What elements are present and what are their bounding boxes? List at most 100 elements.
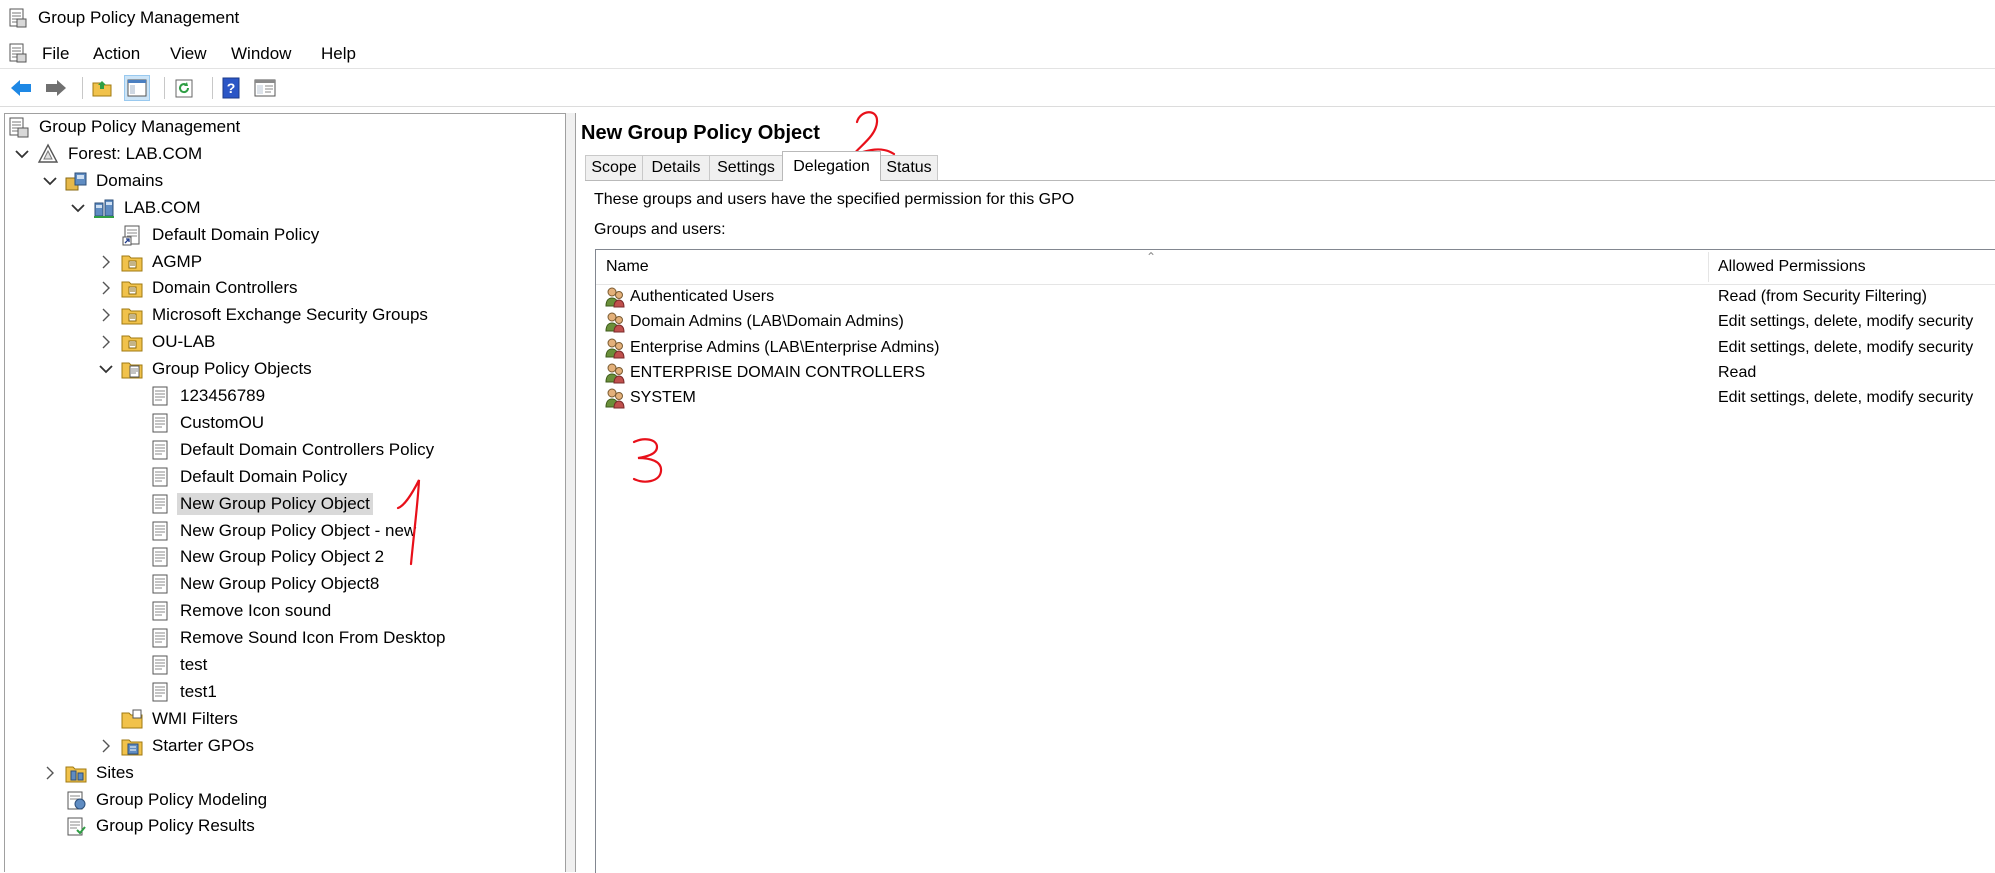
tree-node[interactable]: Group Policy Modeling xyxy=(39,787,270,813)
gpo-icon xyxy=(148,384,172,408)
tab-status[interactable]: Status xyxy=(880,155,938,180)
menu-file[interactable]: File xyxy=(38,42,73,66)
list-item[interactable]: Domain Admins (LAB\Domain Admins) Edit se… xyxy=(596,310,1995,335)
tree-expander-spacer xyxy=(123,520,145,542)
tree-node[interactable]: test xyxy=(123,652,210,678)
tree-node[interactable]: Starter GPOs xyxy=(95,733,257,759)
console-tree[interactable]: Group Policy Management Forest: LAB.COM Do… xyxy=(4,113,566,872)
ou-folder-icon xyxy=(120,250,144,274)
system-menu-icon[interactable] xyxy=(8,43,28,68)
show-hide-tree-icon[interactable] xyxy=(124,75,150,101)
tree-node-label: Default Domain Policy xyxy=(180,466,348,486)
gpo-link-icon xyxy=(120,223,144,247)
tree-node[interactable]: Remove Sound Icon From Desktop xyxy=(123,625,449,651)
tab-details[interactable]: Details xyxy=(642,155,710,180)
list-item[interactable]: SYSTEM Edit settings, delete, modify secu… xyxy=(596,386,1995,411)
tree-expander-spacer xyxy=(123,654,145,676)
tab-delegation[interactable]: Delegation xyxy=(782,151,881,181)
groups-users-label: Groups and users: xyxy=(594,221,726,238)
tree-node-label: Group Policy Modeling xyxy=(96,789,268,809)
tree-node[interactable]: Domains xyxy=(39,168,166,194)
tree-node[interactable]: Remove Icon sound xyxy=(123,598,334,624)
tree-expanded-chevron-icon[interactable] xyxy=(39,170,61,192)
tree-expander-spacer xyxy=(123,412,145,434)
column-header-name[interactable]: Name xyxy=(606,250,649,284)
ou-folder-icon xyxy=(120,303,144,327)
tree-node-label: AGMP xyxy=(152,251,203,271)
up-folder-icon[interactable] xyxy=(89,75,115,101)
tree-node-label: Starter GPOs xyxy=(152,735,255,755)
principal-name: Enterprise Admins (LAB\Enterprise Admins… xyxy=(630,338,940,356)
gpo-container-icon xyxy=(120,357,144,381)
forward-icon[interactable] xyxy=(43,75,69,101)
tree-node[interactable]: Default Domain Policy xyxy=(95,222,322,248)
column-divider[interactable] xyxy=(1708,252,1709,282)
tree-node[interactable]: New Group Policy Object xyxy=(123,491,373,517)
menu-view[interactable]: View xyxy=(166,42,211,66)
tree-collapsed-chevron-icon[interactable] xyxy=(95,331,117,353)
tree-node-label: New Group Policy Object 2 xyxy=(180,547,385,567)
tree-collapsed-chevron-icon[interactable] xyxy=(95,735,117,757)
list-item[interactable]: Enterprise Admins (LAB\Enterprise Admins… xyxy=(596,336,1995,361)
tab-settings[interactable]: Settings xyxy=(709,155,783,180)
tree-collapsed-chevron-icon[interactable] xyxy=(95,277,117,299)
gpo-icon xyxy=(148,599,172,623)
allowed-permission: Edit settings, delete, modify security xyxy=(1718,338,1974,356)
tree-collapsed-chevron-icon[interactable] xyxy=(39,762,61,784)
list-item[interactable]: ENTERPRISE DOMAIN CONTROLLERS Read xyxy=(596,361,1995,386)
tree-expander-spacer xyxy=(123,439,145,461)
list-item[interactable]: Authenticated Users Read (from Security F… xyxy=(596,285,1995,310)
tree-node[interactable]: AGMP xyxy=(95,249,205,275)
tree-node-label: Group Policy Results xyxy=(96,816,255,836)
pane-splitter[interactable] xyxy=(566,113,575,872)
tree-node[interactable]: Sites xyxy=(39,760,137,786)
tree-node[interactable]: Default Domain Policy xyxy=(123,464,350,490)
allowed-permission: Read xyxy=(1718,363,1757,381)
tree-expanded-chevron-icon[interactable] xyxy=(95,358,117,380)
tree-node[interactable]: OU-LAB xyxy=(95,329,218,355)
principal-name: ENTERPRISE DOMAIN CONTROLLERS xyxy=(630,363,926,381)
tree-collapsed-chevron-icon[interactable] xyxy=(95,304,117,326)
properties-icon[interactable] xyxy=(252,75,278,101)
back-icon[interactable] xyxy=(8,75,34,101)
tree-expander-spacer xyxy=(39,815,61,837)
gpo-icon xyxy=(148,680,172,704)
user-group-icon xyxy=(604,387,626,409)
tree-node[interactable]: New Group Policy Object 2 xyxy=(123,544,387,570)
toolbar-separator xyxy=(212,77,213,99)
tree-expander-spacer xyxy=(123,573,145,595)
gpo-icon xyxy=(148,492,172,516)
tree-node[interactable]: Domain Controllers xyxy=(95,275,301,301)
help-icon[interactable]: ? xyxy=(218,75,244,101)
tree-node[interactable]: CustomOU xyxy=(123,410,267,436)
tree-node[interactable]: WMI Filters xyxy=(95,706,241,732)
menu-help[interactable]: Help xyxy=(317,42,360,66)
sort-ascending-icon: ⌃ xyxy=(1146,250,1157,264)
menu-action[interactable]: Action xyxy=(89,42,144,66)
tree-node-label: Default Domain Policy xyxy=(152,224,320,244)
column-header-allowed-permissions[interactable]: Allowed Permissions xyxy=(1718,250,1866,284)
tree-expanded-chevron-icon[interactable] xyxy=(67,197,89,219)
forest-icon xyxy=(36,142,60,166)
starter-gpo-icon xyxy=(120,734,144,758)
tree-expanded-chevron-icon[interactable] xyxy=(11,143,33,165)
tree-node[interactable]: New Group Policy Object - new xyxy=(123,518,419,544)
tab-scope[interactable]: Scope xyxy=(585,155,643,180)
menu-window[interactable]: Window xyxy=(227,42,295,66)
tree-node[interactable]: LAB.COM xyxy=(67,195,204,221)
tree-node[interactable]: Default Domain Controllers Policy xyxy=(123,437,437,463)
tree-node[interactable]: test1 xyxy=(123,679,220,705)
tree-node-label: Sites xyxy=(96,762,134,782)
user-group-icon xyxy=(604,337,626,359)
groups-users-list[interactable]: Name ⌃ Allowed Permissions Authenticated… xyxy=(595,249,1995,873)
tree-node[interactable]: Microsoft Exchange Security Groups xyxy=(95,302,431,328)
tree-node[interactable]: Group Policy Results xyxy=(39,813,258,839)
tree-node[interactable]: New Group Policy Object8 xyxy=(123,571,382,597)
refresh-icon[interactable] xyxy=(172,75,198,101)
tree-node[interactable]: Group Policy Management xyxy=(7,114,243,140)
tree-node[interactable]: Forest: LAB.COM xyxy=(11,141,205,167)
tree-node[interactable]: Group Policy Objects xyxy=(95,356,315,382)
principal-name: Authenticated Users xyxy=(630,288,775,305)
tree-collapsed-chevron-icon[interactable] xyxy=(95,251,117,273)
tree-node[interactable]: 123456789 xyxy=(123,383,268,409)
